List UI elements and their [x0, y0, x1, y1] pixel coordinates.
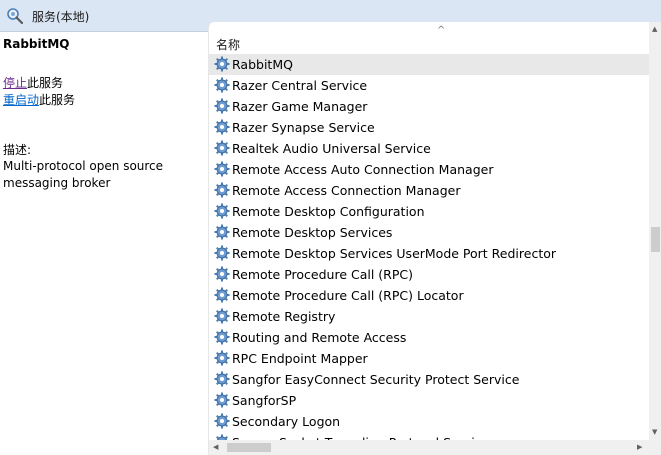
service-row-label: Remote Procedure Call (RPC) — [232, 267, 413, 282]
service-row-label: Remote Access Connection Manager — [232, 183, 461, 198]
service-row[interactable]: Secondary Logon — [209, 411, 649, 432]
gear-icon — [214, 140, 230, 156]
restart-service-link[interactable]: 重启动 — [3, 93, 39, 107]
gear-icon — [214, 413, 230, 429]
service-row[interactable]: Remote Registry — [209, 306, 649, 327]
scroll-left-arrow-icon[interactable]: ◀ — [213, 443, 218, 451]
gear-icon — [214, 329, 230, 345]
gear-icon — [214, 371, 230, 387]
service-row[interactable]: RabbitMQ — [209, 54, 649, 75]
service-row-label: Razer Game Manager — [232, 99, 368, 114]
service-row-label: Remote Desktop Configuration — [232, 204, 425, 219]
gear-icon — [214, 392, 230, 408]
gear-icon — [214, 266, 230, 282]
service-row[interactable]: Realtek Audio Universal Service — [209, 138, 649, 159]
scroll-right-arrow-icon[interactable]: ▶ — [637, 443, 642, 451]
service-row[interactable]: Razer Central Service — [209, 75, 649, 96]
horizontal-scrollbar[interactable]: ◀ ▶ — [209, 440, 649, 455]
service-row-label: Remote Desktop Services UserMode Port Re… — [232, 246, 557, 261]
service-row[interactable]: Remote Desktop Services UserMode Port Re… — [209, 243, 649, 264]
service-row[interactable]: RPC Endpoint Mapper — [209, 348, 649, 369]
scroll-up-arrow-icon[interactable]: ▲ — [652, 25, 657, 33]
service-row[interactable]: Remote Access Auto Connection Manager — [209, 159, 649, 180]
service-row-label: Remote Access Auto Connection Manager — [232, 162, 494, 177]
service-row-label: Razer Central Service — [232, 78, 368, 93]
gear-icon — [214, 77, 230, 93]
selected-service-name: RabbitMQ — [3, 37, 70, 51]
service-description: Multi-protocol open source messaging bro… — [3, 159, 164, 190]
service-row[interactable]: Razer Synapse Service — [209, 117, 649, 138]
column-header-label: 名称 — [216, 38, 241, 52]
service-row-label: RabbitMQ — [232, 57, 293, 72]
horizontal-scroll-thumb[interactable] — [227, 443, 271, 452]
restart-action: 重启动此服务 — [3, 91, 75, 108]
service-row-label: Remote Procedure Call (RPC) Locator — [232, 288, 464, 303]
service-row-label: RPC Endpoint Mapper — [232, 351, 368, 366]
service-row[interactable]: Remote Desktop Services — [209, 222, 649, 243]
service-row[interactable]: Remote Access Connection Manager — [209, 180, 649, 201]
service-row-label: Remote Registry — [232, 309, 336, 324]
service-row-label: Secondary Logon — [232, 414, 341, 429]
service-detail-pane: RabbitMQ 停止此服务 重启动此服务 描述: Multi-protocol… — [0, 32, 208, 455]
service-row-label: SangforSP — [232, 393, 297, 408]
gear-icon — [214, 56, 230, 72]
vertical-scroll-thumb[interactable] — [651, 227, 660, 252]
service-row[interactable]: SangforSP — [209, 390, 649, 411]
vertical-scrollbar[interactable]: ▲ ▼ — [649, 22, 661, 440]
gear-icon — [214, 308, 230, 324]
services-list: RabbitMQ Razer Central Service Razer Game … — [209, 54, 649, 453]
service-row[interactable]: Remote Desktop Configuration — [209, 201, 649, 222]
gear-icon — [214, 224, 230, 240]
service-row-label: Realtek Audio Universal Service — [232, 141, 431, 156]
service-row-label: Sangfor EasyConnect Security Protect Ser… — [232, 372, 520, 387]
services-list-pane: ^ 名称 RabbitMQ Razer Central Service Razer … — [208, 22, 661, 455]
service-row[interactable]: Remote Procedure Call (RPC) — [209, 264, 649, 285]
sort-ascending-icon: ^ — [437, 25, 446, 36]
gear-icon — [214, 119, 230, 135]
stop-suffix: 此服务 — [27, 76, 64, 90]
stop-service-link[interactable]: 停止 — [3, 76, 27, 90]
description-label: 描述: — [3, 143, 32, 157]
scrollbar-corner — [649, 440, 661, 455]
services-magnifier-icon — [6, 7, 24, 25]
service-row-label: Remote Desktop Services — [232, 225, 393, 240]
scroll-down-arrow-icon[interactable]: ▼ — [652, 428, 657, 436]
restart-suffix: 此服务 — [39, 93, 76, 107]
service-row[interactable]: Routing and Remote Access — [209, 327, 649, 348]
gear-icon — [214, 350, 230, 366]
gear-icon — [214, 287, 230, 303]
service-row[interactable]: Razer Game Manager — [209, 96, 649, 117]
window-title: 服务(本地) — [32, 10, 90, 24]
gear-icon — [214, 98, 230, 114]
column-header-name[interactable]: ^ 名称 — [209, 22, 649, 54]
gear-icon — [214, 245, 230, 261]
gear-icon — [214, 182, 230, 198]
service-row-label: Routing and Remote Access — [232, 330, 407, 345]
gear-icon — [214, 203, 230, 219]
service-row-label: Razer Synapse Service — [232, 120, 375, 135]
service-row[interactable]: Sangfor EasyConnect Security Protect Ser… — [209, 369, 649, 390]
gear-icon — [214, 161, 230, 177]
service-row[interactable]: Remote Procedure Call (RPC) Locator — [209, 285, 649, 306]
stop-action: 停止此服务 — [3, 74, 63, 91]
